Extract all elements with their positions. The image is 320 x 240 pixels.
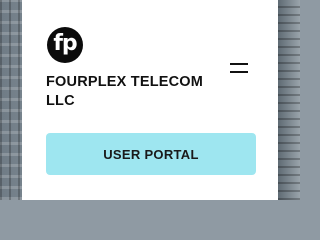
background-photo-edge bbox=[278, 0, 300, 200]
logo-mark-text: fp bbox=[53, 31, 77, 56]
user-portal-button[interactable]: USER PORTAL bbox=[46, 133, 256, 175]
header-panel: fp FOURPLEX TELECOM LLC USER PORTAL bbox=[22, 0, 278, 200]
menu-line bbox=[230, 71, 248, 73]
menu-line bbox=[230, 63, 248, 65]
company-name: FOURPLEX TELECOM LLC bbox=[46, 74, 204, 109]
company-logo[interactable]: fp bbox=[47, 27, 83, 63]
hamburger-menu-icon[interactable] bbox=[230, 58, 254, 78]
